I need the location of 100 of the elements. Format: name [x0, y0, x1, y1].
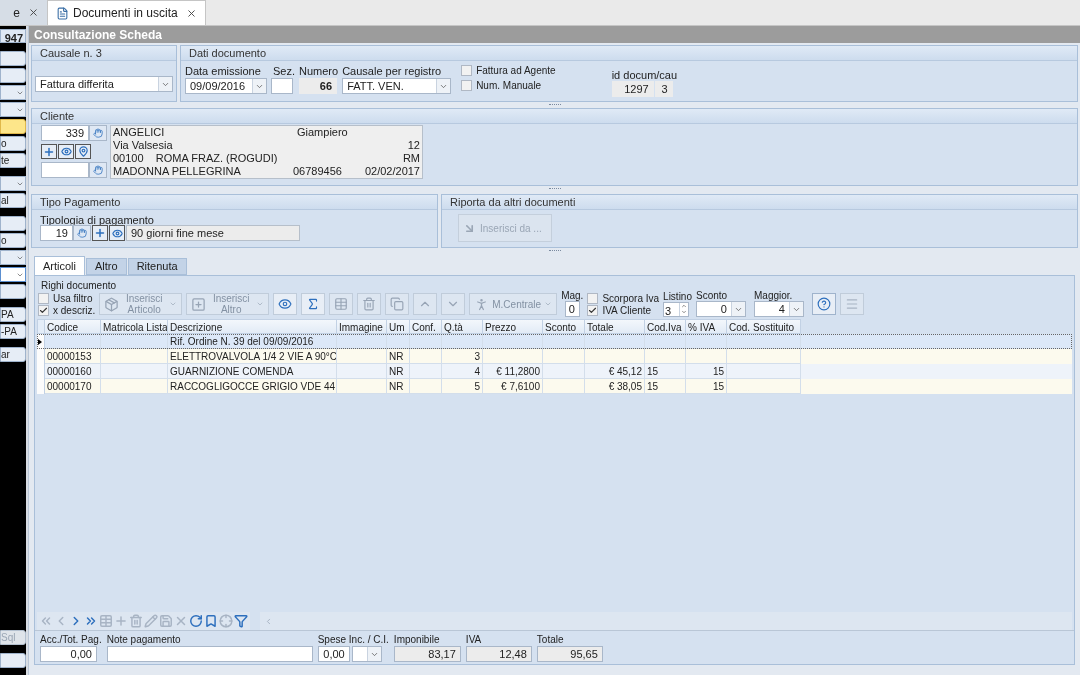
sidebar-button[interactable]: ar: [0, 347, 26, 362]
panel-title: Cliente: [40, 108, 75, 124]
toolbar-icon-button[interactable]: [273, 293, 298, 315]
ci-dropdown[interactable]: [351, 646, 382, 662]
refresh-icon[interactable]: [189, 614, 203, 628]
sidebar-dropdown[interactable]: [0, 250, 26, 265]
checkbox-label: x descriz.: [53, 304, 96, 316]
checkbox-label: Usa filtro: [53, 292, 93, 304]
column-header[interactable]: Sconto: [543, 319, 585, 334]
cau-field[interactable]: 3: [654, 81, 673, 97]
sidebar-button[interactable]: [0, 51, 26, 66]
column-header[interactable]: Descrizione: [168, 319, 337, 334]
checkbox[interactable]: [461, 65, 473, 76]
total-field[interactable]: 12,48: [465, 646, 532, 662]
listino-spinner[interactable]: 3: [663, 301, 690, 317]
map-button[interactable]: [75, 144, 91, 159]
panel-title: Dati documento: [189, 45, 267, 61]
sconto-dropdown[interactable]: 0: [696, 301, 746, 317]
sidebar-button[interactable]: [0, 68, 26, 83]
id-field[interactable]: 1297: [611, 81, 654, 97]
destination-field[interactable]: [41, 162, 89, 178]
number-field[interactable]: 66: [299, 78, 337, 94]
column-header[interactable]: Matricola Lista: [101, 319, 168, 334]
splitter-handle[interactable]: [548, 250, 561, 252]
table-row[interactable]: 00000153 ELETTROVALVOLA 1/4 2 VIE A 90°C NR 3: [37, 349, 1072, 364]
column-header[interactable]: Conf.: [410, 319, 442, 334]
lookup-button[interactable]: [89, 125, 107, 141]
close-icon[interactable]: [185, 7, 197, 19]
checkbox[interactable]: [38, 292, 49, 304]
toolbar-icon-button[interactable]: [301, 293, 326, 315]
sidebar-button[interactable]: o: [0, 233, 26, 248]
tab[interactable]: Ritenuta: [127, 258, 187, 275]
add-button[interactable]: [92, 225, 108, 241]
splitter-handle[interactable]: [548, 188, 561, 190]
table-row[interactable]: 00000170 RACCOGLIGOCCE GRIGIO VDE 44 NR 5 € 7,6100 € 38,05 15 15: [37, 379, 1072, 394]
lookup-button[interactable]: [89, 162, 107, 178]
date-picker[interactable]: 09/09/2016: [185, 78, 267, 94]
splitter-handle[interactable]: [548, 104, 561, 106]
sidebar-button[interactable]: al: [0, 193, 26, 208]
tab[interactable]: Altro: [86, 258, 127, 275]
amount-field[interactable]: 0,00: [317, 646, 350, 662]
column-header[interactable]: Cod.Iva: [645, 319, 686, 334]
tab[interactable]: e: [0, 0, 47, 25]
add-button[interactable]: [41, 144, 57, 159]
column-header[interactable]: Q.tà: [442, 319, 483, 334]
checkbox[interactable]: [38, 304, 49, 316]
view-button[interactable]: [109, 225, 125, 241]
lookup-button[interactable]: [73, 225, 91, 241]
causale-dropdown[interactable]: Fattura differita: [35, 76, 173, 92]
tab[interactable]: Articoli: [34, 256, 85, 275]
sidebar-button[interactable]: [0, 653, 26, 668]
help-button[interactable]: [812, 293, 836, 315]
checkbox[interactable]: [587, 304, 599, 316]
sidebar-button[interactable]: [0, 216, 26, 231]
sidebar-button[interactable]: o: [0, 136, 26, 151]
field-label: Listino: [663, 291, 692, 302]
total-field[interactable]: 83,17: [393, 646, 461, 662]
row-header[interactable]: [37, 334, 45, 349]
sidebar-button[interactable]: -PA: [0, 324, 26, 339]
horizontal-scrollbar[interactable]: [260, 612, 1072, 630]
payment-description-field[interactable]: 90 giorni fine mese: [126, 225, 300, 241]
mag-field[interactable]: 0: [564, 301, 580, 317]
text-field[interactable]: [271, 78, 293, 94]
column-header[interactable]: Immagine: [337, 319, 387, 334]
maggior-dropdown[interactable]: 4: [754, 301, 804, 317]
bookmark-icon[interactable]: [204, 614, 218, 628]
checkbox[interactable]: [461, 80, 473, 91]
sidebar-button[interactable]: [0, 284, 26, 299]
table-row[interactable]: 00000160 GUARNIZIONE COMENDA NR 4 € 11,2800 € 45,12 15 15: [37, 364, 1072, 379]
total-field[interactable]: 95,65: [536, 646, 603, 662]
sidebar-dropdown[interactable]: [0, 85, 26, 100]
last-icon[interactable]: [84, 614, 98, 628]
sidebar-field[interactable]: 947: [0, 29, 26, 43]
registro-dropdown[interactable]: FATT. VEN.: [342, 78, 452, 94]
sidebar-button[interactable]: PA: [0, 307, 26, 322]
column-header[interactable]: % IVA: [686, 319, 727, 334]
field-label: Spese Inc. / C.I.: [317, 633, 389, 646]
sidebar-dropdown[interactable]: [0, 267, 26, 282]
client-code-field[interactable]: 339: [41, 125, 89, 141]
sidebar-button[interactable]: [0, 119, 26, 134]
column-header[interactable]: Totale: [585, 319, 645, 334]
table-cell: € 38,05: [585, 379, 645, 394]
sidebar-button[interactable]: te: [0, 153, 26, 168]
payment-code-field[interactable]: 19: [40, 225, 73, 241]
client-info-text: ANGELICI: [113, 126, 166, 139]
amount-field[interactable]: 0,00: [40, 646, 97, 662]
form-title: Consultazione Scheda: [34, 26, 163, 44]
table-row[interactable]: Rif. Ordine N. 39 del 09/09/2016: [37, 334, 1072, 349]
tab[interactable]: Documenti in uscita: [47, 0, 206, 25]
close-icon[interactable]: [28, 7, 39, 18]
view-button[interactable]: [58, 144, 74, 159]
checkbox[interactable]: [587, 292, 599, 304]
notes-field[interactable]: [106, 646, 313, 662]
column-header[interactable]: Prezzo: [483, 319, 543, 334]
column-header[interactable]: Um: [387, 319, 410, 334]
filter-icon[interactable]: [234, 614, 248, 628]
sidebar-dropdown[interactable]: [0, 102, 26, 117]
sidebar-dropdown[interactable]: [0, 176, 26, 191]
column-header[interactable]: Cod. Sostituito: [727, 319, 801, 334]
column-header[interactable]: Codice: [45, 319, 101, 334]
